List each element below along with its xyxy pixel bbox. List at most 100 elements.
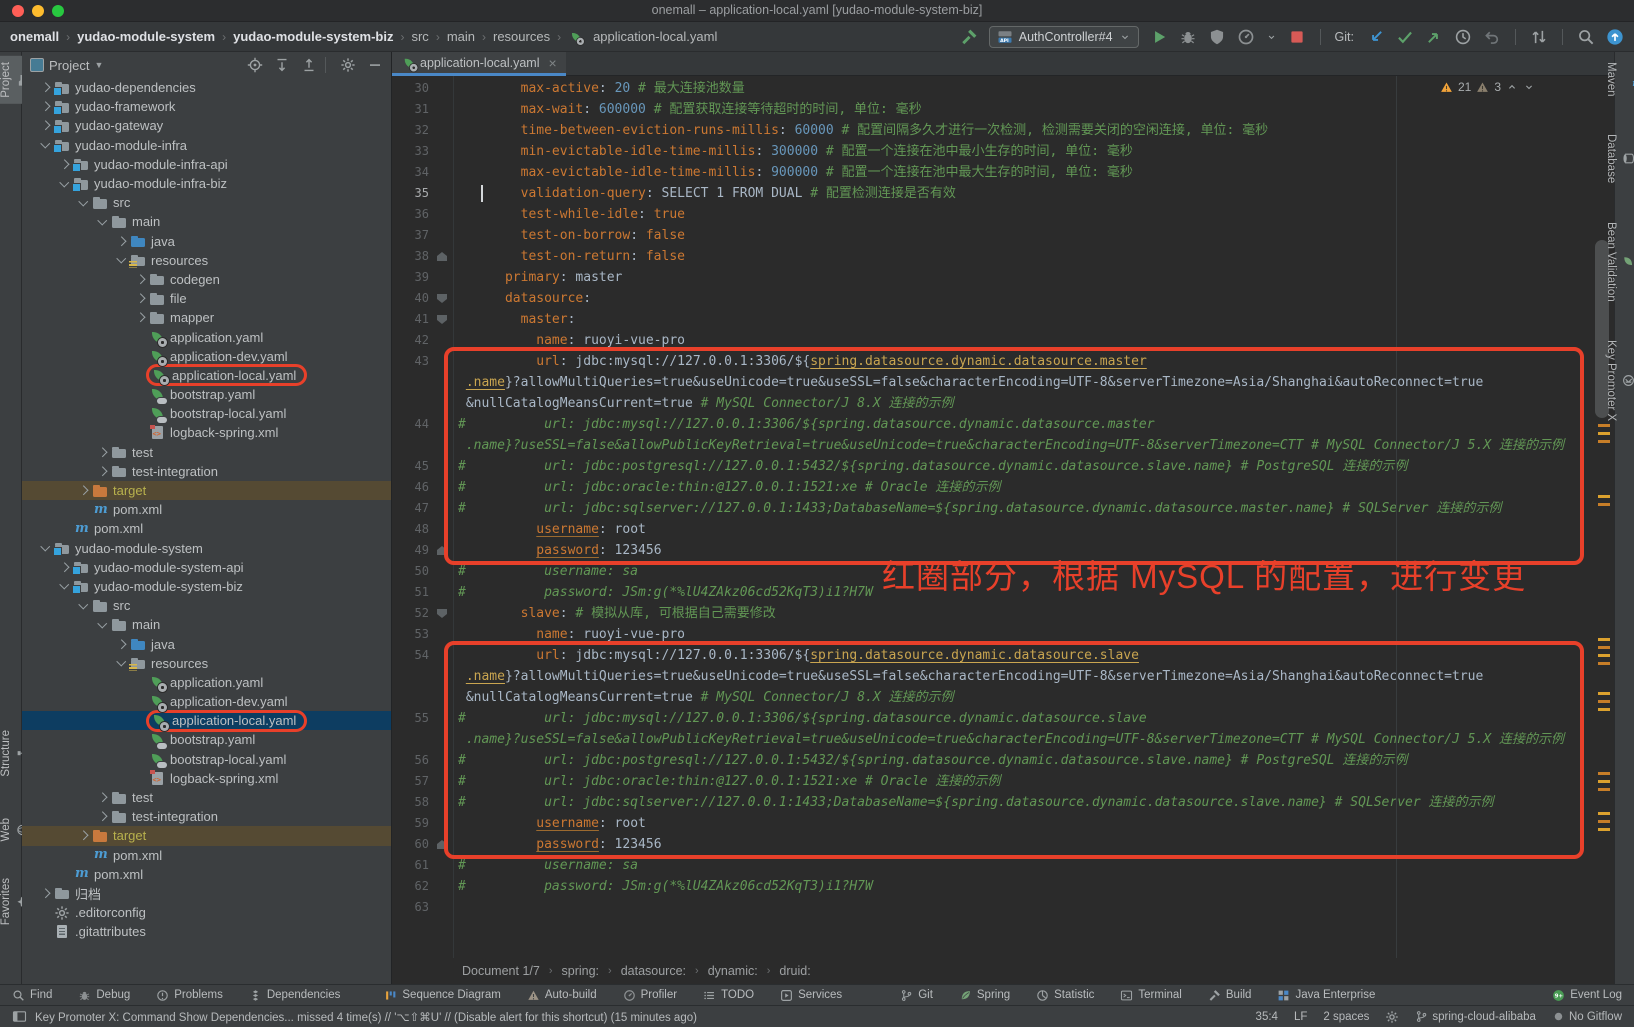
code-line[interactable]: 63 (392, 897, 1590, 918)
tool-window-button-find[interactable]: Find (12, 989, 52, 1002)
tree-item-application-local-yaml[interactable]: application-local.yaml (22, 366, 391, 385)
profiler-button[interactable] (1237, 28, 1255, 46)
tree-item-src[interactable]: src (22, 193, 391, 212)
chevron-down-icon[interactable] (38, 541, 52, 555)
stripe-item-favorites[interactable]: Favorites (0, 872, 22, 931)
tree-item-test-integration[interactable]: test-integration (22, 462, 391, 481)
code-line[interactable]: 61# username: sa (392, 855, 1590, 876)
chevron-down-icon[interactable] (57, 177, 71, 191)
collapse-all-button[interactable] (301, 57, 317, 73)
tree-item-pom-xml[interactable]: pom.xml (22, 865, 391, 884)
chevron-right-icon[interactable] (76, 829, 90, 843)
tree-item-logback-spring-xml[interactable]: logback-spring.xml (22, 423, 391, 442)
hide-panel-button[interactable] (367, 57, 383, 73)
tree-item-yudao-module-system[interactable]: yudao-module-system (22, 539, 391, 558)
code-line[interactable]: 33 min-evictable-idle-time-millis: 30000… (392, 141, 1590, 162)
editor-breadcrumb-item-datasource[interactable]: datasource: (621, 964, 686, 978)
line-number[interactable]: 61 (392, 855, 432, 876)
chevron-right-icon[interactable] (57, 560, 71, 574)
code-line[interactable]: 46# url: jdbc:oracle:thin:@127.0.0.1:152… (392, 477, 1590, 498)
stripe-item-database[interactable]: Database (1615, 130, 1634, 187)
line-number[interactable]: 49 (392, 540, 432, 561)
tree-item-test-integration[interactable]: test-integration (22, 807, 391, 826)
line-number[interactable] (392, 372, 432, 393)
next-problem-icon[interactable] (1523, 81, 1535, 93)
project-view-title[interactable]: Project (49, 58, 89, 73)
chevron-right-icon[interactable] (38, 81, 52, 95)
code-line[interactable]: 62# password: JSm:g(*%lU4ZAkz06cd52KqT3)… (392, 876, 1590, 897)
chevron-right-icon[interactable] (114, 637, 128, 651)
tool-window-button-build[interactable]: Build (1208, 989, 1252, 1002)
tree-item-editorconfig[interactable]: .editorconfig (22, 903, 391, 922)
line-number[interactable]: 60 (392, 834, 432, 855)
line-number[interactable]: 50 (392, 561, 432, 582)
panel-settings-button[interactable] (340, 57, 356, 73)
chevron-down-icon[interactable] (114, 656, 128, 670)
inspections-widget[interactable]: 21 3 (1440, 80, 1535, 94)
code-line[interactable]: 38 test-on-return: false (392, 246, 1590, 267)
caret-position-widget[interactable]: 35:4 (1256, 1011, 1278, 1023)
fold-region-start-icon[interactable] (437, 294, 447, 303)
tree-item-application-dev-yaml[interactable]: application-dev.yaml (22, 347, 391, 366)
chevron-down-icon[interactable]: ▼ (94, 60, 103, 70)
line-number[interactable]: 31 (392, 99, 432, 120)
breadcrumb-item-resources[interactable]: resources (493, 29, 550, 44)
code-line[interactable]: &nullCatalogMeansCurrent=true # MySQL Co… (392, 393, 1590, 414)
code-line[interactable]: 37 test-on-borrow: false (392, 225, 1590, 246)
chevron-right-icon[interactable] (95, 445, 109, 459)
run-button[interactable] (1150, 28, 1168, 46)
line-number[interactable]: 52 (392, 603, 432, 624)
code-line[interactable]: 60 password: 123456 (392, 834, 1590, 855)
code-line[interactable]: 48 username: root (392, 519, 1590, 540)
git-push-button[interactable] (1425, 28, 1443, 46)
coverage-button[interactable] (1208, 28, 1226, 46)
tool-window-button-debug[interactable]: Debug (78, 989, 130, 1002)
tool-window-button-dependencies[interactable]: Dependencies (249, 989, 341, 1002)
stripe-item-maven[interactable]: mMaven (1615, 58, 1634, 101)
code-line[interactable]: 52 slave: # 模拟从库, 可根据自己需要修改 (392, 603, 1590, 624)
minimize-window-button[interactable] (32, 5, 44, 17)
tool-window-button-profiler[interactable]: Profiler (623, 989, 677, 1002)
code-line[interactable]: &nullCatalogMeansCurrent=true # MySQL Co… (392, 687, 1590, 708)
line-number[interactable]: 40 (392, 288, 432, 309)
tree-item-bootstrap-yaml[interactable]: bootstrap.yaml (22, 730, 391, 749)
close-window-button[interactable] (12, 5, 24, 17)
git-branch-widget[interactable]: spring-cloud-alibaba (1415, 1010, 1536, 1023)
line-number[interactable]: 51 (392, 582, 432, 603)
line-number[interactable]: 47 (392, 498, 432, 519)
git-update-button[interactable] (1367, 28, 1385, 46)
line-number[interactable] (392, 687, 432, 708)
line-number[interactable]: 63 (392, 897, 432, 918)
tool-window-button-spring[interactable]: Spring (959, 989, 1010, 1002)
code-line[interactable]: 31 max-wait: 600000 # 配置获取连接等待超时的时间, 单位:… (392, 99, 1590, 120)
stripe-item-structure[interactable]: Structure (0, 724, 22, 783)
line-number[interactable]: 54 (392, 645, 432, 666)
chevron-down-icon[interactable] (57, 579, 71, 593)
line-separator-widget[interactable]: LF (1294, 1011, 1307, 1023)
line-number[interactable]: 38 (392, 246, 432, 267)
line-number[interactable]: 58 (392, 792, 432, 813)
line-number[interactable]: 30 (392, 78, 432, 99)
breadcrumb-item-src[interactable]: src (411, 29, 428, 44)
tool-window-button-todo[interactable]: TODO (703, 989, 754, 1002)
line-number[interactable] (392, 393, 432, 414)
chevron-down-icon[interactable] (95, 215, 109, 229)
tree-item-bootstrap-local-yaml[interactable]: bootstrap-local.yaml (22, 404, 391, 423)
tree-item-pom-xml[interactable]: pom.xml (22, 519, 391, 538)
code-line[interactable]: 44# url: jdbc:mysql://127.0.0.1:3306/${s… (392, 414, 1590, 435)
git-commit-button[interactable] (1396, 28, 1414, 46)
code-line[interactable]: 32 time-between-eviction-runs-millis: 60… (392, 120, 1590, 141)
tool-window-button-sequence-diagram[interactable]: Sequence Diagram (384, 989, 500, 1002)
line-number[interactable]: 55 (392, 708, 432, 729)
history-button[interactable] (1454, 28, 1472, 46)
line-number[interactable]: 44 (392, 414, 432, 435)
chevron-right-icon[interactable] (114, 234, 128, 248)
line-number[interactable]: 43 (392, 351, 432, 372)
line-number[interactable]: 62 (392, 876, 432, 897)
line-number[interactable]: 39 (392, 267, 432, 288)
stripe-item-web[interactable]: Web (0, 812, 22, 847)
breadcrumb-item-yudao-module-system-biz[interactable]: yudao-module-system-biz (233, 29, 393, 44)
breadcrumb-file[interactable]: application-local.yaml (568, 29, 717, 45)
line-number[interactable]: 35 (392, 183, 432, 204)
tree-item-target[interactable]: target (22, 826, 391, 845)
